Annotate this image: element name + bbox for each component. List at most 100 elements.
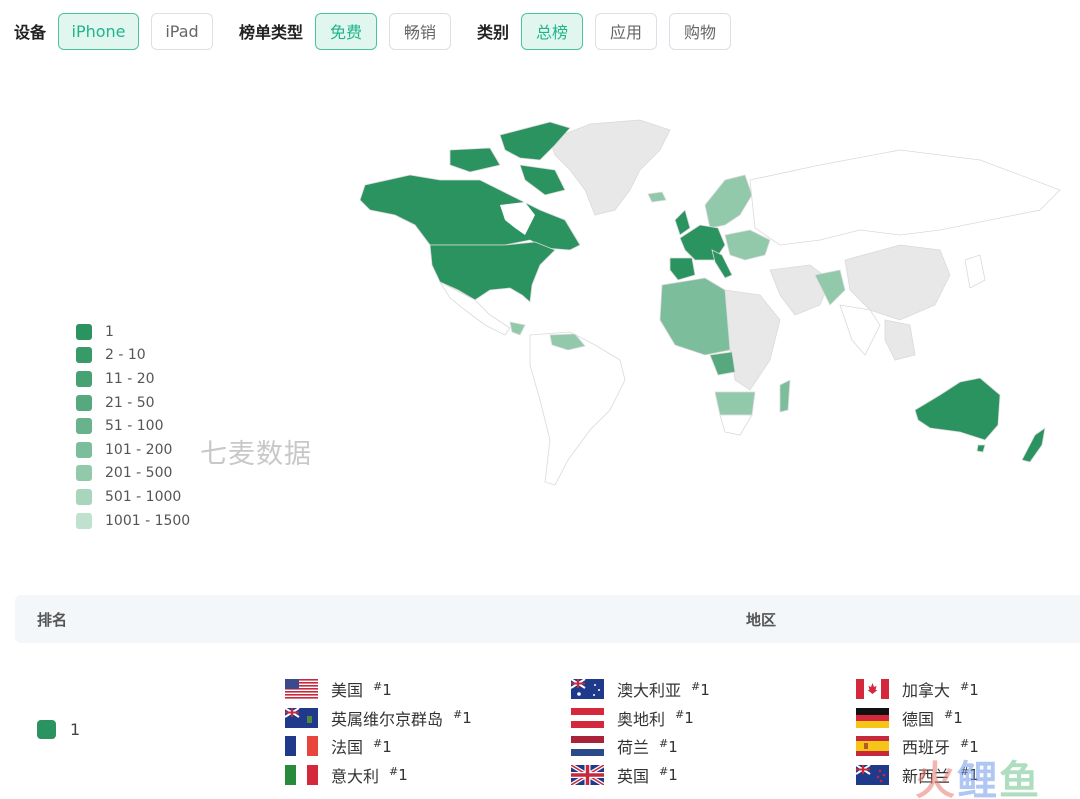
legend-label: 2 - 10 [105, 347, 146, 364]
category-label: 类别 [477, 23, 510, 42]
chart-type-grossing-button[interactable]: 畅销 [389, 12, 452, 50]
legend-item[interactable]: 51 - 100 [76, 414, 190, 438]
map-region-se-asia [884, 319, 916, 361]
region-name: 英属维尔京群岛 [331, 709, 444, 729]
map-region-southern-africa [714, 391, 756, 416]
legend-swatch [76, 512, 92, 529]
hash-symbol: # [373, 679, 383, 693]
region-rank-value: 1 [668, 766, 678, 785]
flag-at-icon [571, 707, 604, 728]
region-rank-value: 1 [700, 680, 710, 699]
category-shopping-button[interactable]: 购物 [669, 12, 732, 50]
region-item[interactable]: 荷兰 #1 [571, 732, 710, 761]
region-rank: #1 [659, 765, 678, 784]
rank-value: 1 [70, 720, 81, 739]
map-region-spain [669, 257, 696, 281]
region-item[interactable]: 英国 #1 [571, 761, 710, 790]
header-rank: 排名 [37, 610, 68, 629]
legend-label: 1001 - 1500 [105, 512, 191, 529]
flag-nz-icon [856, 764, 889, 785]
region-rank: #1 [675, 708, 694, 727]
legend-label: 201 - 500 [105, 465, 173, 482]
hash-symbol: # [675, 708, 685, 722]
region-rank: #1 [453, 708, 472, 727]
hash-symbol: # [659, 736, 669, 750]
category-overall-button[interactable]: 总榜 [521, 12, 584, 50]
region-rank: #1 [373, 737, 392, 756]
legend-item[interactable]: 21 - 50 [76, 391, 190, 415]
legend-swatch [76, 394, 92, 411]
region-item[interactable]: 意大利 #1 [285, 761, 472, 790]
map-region-central-america [509, 321, 526, 336]
region-rank: #1 [691, 680, 710, 699]
map-region-uk [674, 209, 691, 236]
flag-nl-icon [571, 736, 604, 757]
legend-item[interactable]: 101 - 200 [76, 438, 190, 462]
region-rank-value: 1 [398, 766, 408, 785]
flag-de-icon [856, 707, 889, 728]
region-column: 澳大利亚 #1 奥地利 #1 荷兰 #1 英国 #1 [571, 675, 710, 789]
region-name: 奥地利 [617, 709, 666, 729]
map-region-scandinavia [704, 174, 753, 229]
table-header: 排名 地区 [15, 595, 1080, 643]
hash-symbol: # [960, 679, 970, 693]
region-item[interactable]: 澳大利亚 #1 [571, 675, 710, 704]
legend-item[interactable]: 201 - 500 [76, 462, 190, 486]
map-region-russia [749, 149, 1061, 246]
map-region-south-america [529, 331, 626, 486]
map-region-italy [711, 249, 733, 279]
flag-us-icon [285, 679, 318, 700]
region-rank-value: 1 [953, 709, 963, 728]
region-item[interactable]: 加拿大 #1 [856, 675, 979, 704]
map-region-new-zealand [1021, 427, 1046, 463]
world-map[interactable] [340, 110, 1080, 500]
region-name: 加拿大 [902, 681, 951, 701]
device-ipad-button[interactable]: iPad [151, 12, 214, 50]
region-name: 美国 [331, 681, 364, 701]
flag-ca-icon [856, 679, 889, 700]
legend-label: 51 - 100 [105, 418, 164, 435]
region-rank-value: 1 [382, 680, 392, 699]
region-rank: #1 [659, 737, 678, 756]
legend-item[interactable]: 11 - 20 [76, 367, 190, 391]
region-rank: #1 [389, 765, 408, 784]
map-region-india [839, 304, 881, 356]
legend-item[interactable]: 501 - 1000 [76, 485, 190, 509]
legend-swatch [76, 441, 92, 458]
region-item[interactable]: 德国 #1 [856, 704, 979, 733]
region-item[interactable]: 美国 #1 [285, 675, 472, 704]
legend-item[interactable]: 2 - 10 [76, 344, 190, 368]
legend-swatch [76, 347, 92, 364]
legend-item[interactable]: 1001 - 1500 [76, 509, 190, 533]
region-name: 英国 [617, 766, 650, 786]
legend-swatch [76, 488, 92, 505]
device-iphone-button[interactable]: iPhone [58, 12, 140, 50]
region-item[interactable]: 奥地利 #1 [571, 704, 710, 733]
region-rank: #1 [944, 708, 963, 727]
legend-label: 11 - 20 [105, 370, 155, 387]
region-name: 澳大利亚 [617, 681, 682, 701]
map-region-middle-east [769, 264, 831, 316]
flag-it-icon [285, 764, 318, 785]
category-apps-button[interactable]: 应用 [595, 12, 658, 50]
map-region-eastern-europe [724, 229, 771, 261]
region-name: 意大利 [331, 766, 380, 786]
chart-type-label: 榜单类型 [239, 23, 304, 42]
map-region-east-africa [724, 289, 781, 391]
brand-watermark-char: 鲤 [957, 758, 999, 799]
rank-swatch [37, 720, 56, 739]
region-item[interactable]: 英属维尔京群岛 #1 [285, 704, 472, 733]
map-legend: 1 2 - 10 11 - 20 21 - 50 51 - 100 101 - … [76, 320, 190, 532]
header-region: 地区 [746, 610, 777, 629]
legend-item[interactable]: 1 [76, 320, 190, 344]
legend-swatch [76, 323, 92, 340]
region-name: 德国 [902, 709, 935, 729]
rank-cell: 1 [37, 720, 80, 739]
chart-type-free-button[interactable]: 免费 [315, 12, 378, 50]
map-region-australia [914, 377, 1001, 441]
map-region-south-africa [719, 414, 753, 436]
region-rank: #1 [960, 680, 979, 699]
legend-label: 1 [105, 323, 114, 340]
hash-symbol: # [659, 765, 669, 779]
region-item[interactable]: 法国 #1 [285, 732, 472, 761]
